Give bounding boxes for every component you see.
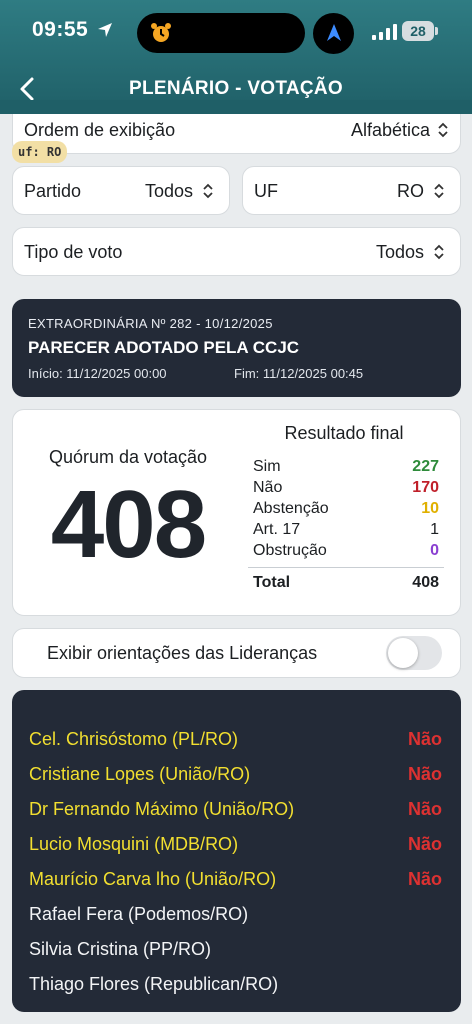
filter-chip-uf[interactable]: uf: RO: [12, 141, 68, 163]
dynamic-island: [137, 13, 305, 53]
updown-chevron-icon: [434, 244, 444, 260]
result-divider: [248, 567, 444, 568]
order-label: Ordem de exibição: [24, 120, 176, 140]
uf-value: RO: [397, 181, 424, 201]
leaders-toggle-switch[interactable]: [386, 636, 442, 670]
result-row-obstrucao: Obstrução 0: [253, 542, 439, 562]
deputy-name[interactable]: Cel. Chrisóstomo (PL/RO): [29, 729, 238, 750]
deputy-name[interactable]: Lucio Mosquini (MDB/RO): [29, 834, 238, 855]
total-value: 408: [412, 574, 439, 591]
page-title: PLENÁRIO - VOTAÇÃO: [128, 78, 344, 99]
deputy-vote: Não: [407, 799, 442, 819]
toggle-knob: [388, 638, 418, 668]
vote-type-label: Tipo de voto: [24, 242, 123, 262]
leaders-toggle-label: Exibir orientações das Lideranças: [47, 643, 318, 663]
deputy-name[interactable]: Dr Fernando Máximo (União/RO): [29, 799, 294, 820]
party-value: Todos: [144, 181, 193, 201]
deputy-name[interactable]: Thiago Flores (Republican/RO): [29, 974, 278, 995]
result-label: Não: [253, 479, 283, 496]
result-row-nao: Não 170: [253, 479, 439, 499]
session-card: EXTRAORDINÁRIA Nº 282 - 10/12/2025 PAREC…: [12, 299, 461, 397]
party-label: Partido: [24, 181, 82, 201]
updown-chevron-icon: [438, 122, 448, 138]
session-heading: EXTRAORDINÁRIA Nº 282 - 10/12/2025: [28, 316, 273, 331]
result-total: Total 408: [253, 574, 439, 592]
status-time: 09:55: [32, 18, 89, 41]
session-end: Fim: 11/12/2025 00:45: [234, 366, 364, 381]
deputy-vote: Não: [407, 729, 442, 749]
signal-icon: [372, 24, 397, 40]
vote-type-value: Todos: [375, 242, 424, 262]
header-overlay: [0, 100, 472, 114]
deputy-vote: Não: [407, 834, 442, 854]
result-label: Abstenção: [253, 500, 329, 517]
result-value: 170: [412, 479, 439, 496]
deputy-vote: Não: [407, 869, 442, 889]
app-header: 09:55 28 PLENÁRIO - VOTAÇÃO: [0, 0, 472, 114]
result-value: 1: [430, 521, 439, 538]
deputy-name[interactable]: Rafael Fera (Podemos/RO): [29, 904, 248, 925]
result-label: Obstrução: [253, 542, 327, 559]
uf-select[interactable]: UF RO: [242, 166, 461, 215]
result-value: 10: [421, 500, 439, 517]
session-start: Início: 11/12/2025 00:00: [28, 366, 167, 381]
vote-type-select[interactable]: Tipo de voto Todos: [12, 227, 461, 276]
location-arrow-icon: [98, 23, 112, 37]
updown-chevron-icon: [203, 183, 213, 199]
deputy-name[interactable]: Cristiane Lopes (União/RO): [29, 764, 250, 785]
navigation-arrow-icon: [327, 24, 341, 41]
battery-tip: [435, 27, 438, 35]
deputy-vote: Não: [407, 764, 442, 784]
navigation-indicator: [313, 13, 354, 54]
party-select[interactable]: Partido Todos: [12, 166, 230, 215]
session-title: PARECER ADOTADO PELA CCJC: [28, 338, 300, 357]
result-value: 0: [430, 542, 439, 559]
deputy-name[interactable]: Maurício Carva lho (União/RO): [29, 869, 276, 890]
result-row-abstencao: Abstenção 10: [253, 500, 439, 520]
deputy-name[interactable]: Silvia Cristina (PP/RO): [29, 939, 211, 960]
result-row-art17: Art. 17 1: [253, 521, 439, 541]
updown-chevron-icon: [434, 183, 444, 199]
result-label: Sim: [253, 458, 281, 475]
result-row-sim: Sim 227: [253, 458, 439, 478]
order-value: Alfabética: [350, 120, 430, 140]
result-title: Resultado final: [284, 423, 404, 443]
uf-label: UF: [254, 181, 278, 201]
alarm-clock-icon: [151, 23, 171, 42]
quorum-value: 408: [50, 471, 207, 578]
result-value: 227: [412, 458, 439, 475]
result-label: Art. 17: [253, 521, 301, 538]
quorum-label: Quórum da votação: [48, 447, 208, 467]
battery-indicator: 28: [402, 21, 434, 41]
total-label: Total: [253, 574, 291, 591]
